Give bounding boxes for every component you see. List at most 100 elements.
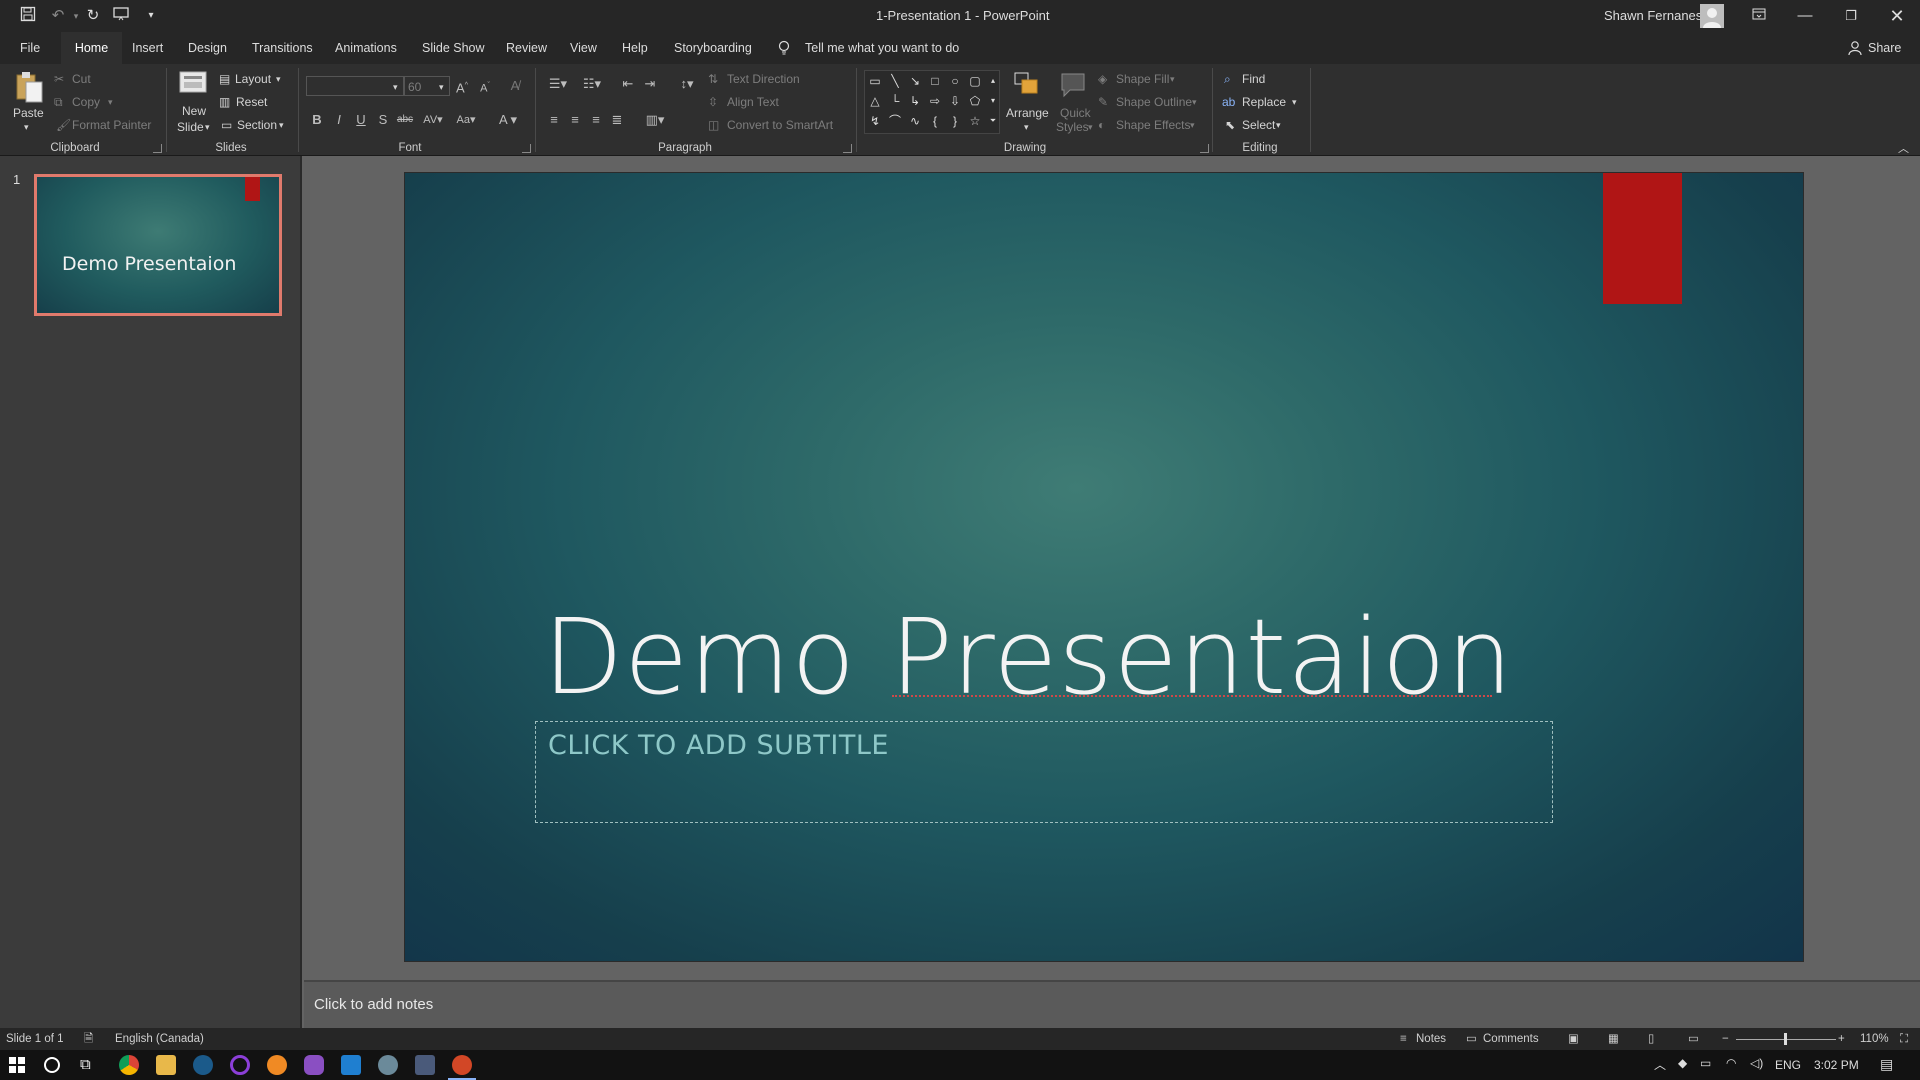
paste-dropdown-icon[interactable]: ▾ xyxy=(24,118,29,136)
volume-icon[interactable]: ◁) xyxy=(1750,1056,1763,1070)
shadow-icon[interactable]: S xyxy=(373,110,393,130)
columns-icon[interactable]: ▥▾ xyxy=(640,110,670,130)
shape-fill-button[interactable]: Shape Fill xyxy=(1116,70,1169,88)
select-button[interactable]: Select xyxy=(1242,116,1275,134)
right-arrow-shape-icon[interactable]: ⇨ xyxy=(927,93,943,109)
tab-animations[interactable]: Animations xyxy=(325,32,407,64)
start-from-beginning-icon[interactable] xyxy=(112,6,132,26)
tab-design[interactable]: Design xyxy=(178,32,237,64)
shape-outline-button[interactable]: Shape Outline xyxy=(1116,93,1192,111)
justify-icon[interactable]: ≣ xyxy=(607,110,627,130)
elbow-arrow-icon[interactable]: ↳ xyxy=(907,93,923,109)
new-slide-icon[interactable] xyxy=(178,70,210,98)
triangle-shape-icon[interactable]: △ xyxy=(867,93,883,109)
layout-dropdown-icon[interactable]: ▾ xyxy=(276,70,281,88)
gallery-up-icon[interactable]: ▴ xyxy=(985,73,1001,89)
paste-icon[interactable] xyxy=(14,70,44,104)
slideshow-view-icon[interactable]: ▭ xyxy=(1688,1028,1699,1050)
align-center-icon[interactable]: ≡ xyxy=(565,110,585,130)
font-name-dropdown-icon[interactable]: ▾ xyxy=(393,78,398,96)
font-size-input[interactable]: 60 ▾ xyxy=(404,76,450,96)
bullets-icon[interactable]: ☰▾ xyxy=(543,74,573,94)
font-color-icon[interactable]: A ▾ xyxy=(494,110,522,130)
zoom-out-icon[interactable]: − xyxy=(1722,1028,1729,1050)
windows-start-icon[interactable] xyxy=(9,1057,25,1073)
text-direction-button[interactable]: Text Direction xyxy=(727,70,800,88)
slide-title[interactable]: Demo Presentaion xyxy=(543,597,1533,717)
star-shape-icon[interactable]: ☆ xyxy=(967,113,983,129)
right-brace-shape-icon[interactable]: } xyxy=(947,113,963,129)
cut-button[interactable]: Cut xyxy=(72,70,91,88)
shape-effects-button[interactable]: Shape Effects xyxy=(1116,116,1191,134)
section-dropdown-icon[interactable]: ▾ xyxy=(279,116,284,134)
curve-shape-icon[interactable]: ∿ xyxy=(907,113,923,129)
notes-button[interactable]: Notes xyxy=(1416,1028,1446,1050)
clock[interactable]: 3:02 PM xyxy=(1814,1058,1859,1072)
layout-button[interactable]: Layout xyxy=(235,70,271,88)
repeat-icon[interactable]: ↻ xyxy=(83,6,103,26)
new-slide-dropdown-icon[interactable]: ▾ xyxy=(205,118,210,136)
select-dropdown-icon[interactable]: ▾ xyxy=(1276,116,1281,134)
show-hidden-icons[interactable]: ︿ xyxy=(1654,1056,1666,1073)
left-brace-shape-icon[interactable]: { xyxy=(927,113,943,129)
font-launcher-icon[interactable] xyxy=(522,144,531,153)
tab-storyboarding[interactable]: Storyboarding xyxy=(664,32,762,64)
battery-icon[interactable]: ▭ xyxy=(1700,1056,1711,1070)
align-left-icon[interactable]: ≡ xyxy=(544,110,564,130)
increase-font-icon[interactable]: A^ xyxy=(452,76,472,96)
save-icon[interactable] xyxy=(18,6,38,26)
copy-button[interactable]: Copy xyxy=(72,93,100,111)
arrow-line-shape-icon[interactable]: ↘ xyxy=(907,73,923,89)
align-right-icon[interactable]: ≡ xyxy=(586,110,606,130)
increase-indent-icon[interactable]: ⇥ xyxy=(640,74,660,94)
share-button[interactable]: Share xyxy=(1858,32,1911,64)
shape-fill-dropdown-icon[interactable]: ▾ xyxy=(1170,70,1175,88)
zoom-slider-thumb[interactable] xyxy=(1784,1033,1787,1045)
slide-sorter-icon[interactable]: ▦ xyxy=(1608,1028,1619,1050)
character-spacing-icon[interactable]: AV▾ xyxy=(420,110,446,130)
close-button[interactable]: ✕ xyxy=(1874,0,1920,32)
avatar[interactable] xyxy=(1700,4,1724,28)
down-arrow-shape-icon[interactable]: ⇩ xyxy=(947,93,963,109)
copy-dropdown-icon[interactable]: ▾ xyxy=(108,93,113,111)
tab-home[interactable]: Home xyxy=(61,32,122,64)
clear-formatting-icon[interactable]: A̸ xyxy=(505,76,525,96)
tab-file[interactable]: File xyxy=(10,32,50,64)
quick-styles-icon[interactable] xyxy=(1058,70,1088,100)
align-text-button[interactable]: Align Text xyxy=(727,93,779,111)
new-slide-label-2[interactable]: Slide xyxy=(177,118,204,136)
shape-effects-dropdown-icon[interactable]: ▾ xyxy=(1190,116,1195,134)
line-spacing-icon[interactable]: ↕▾ xyxy=(672,74,702,94)
shape-outline-dropdown-icon[interactable]: ▾ xyxy=(1192,93,1197,111)
rectangle-shape-icon[interactable]: □ xyxy=(927,73,943,89)
change-case-icon[interactable]: Aa▾ xyxy=(452,110,480,130)
gallery-more-icon[interactable]: ⏷ xyxy=(985,113,1001,129)
line-shape-icon[interactable]: ╲ xyxy=(887,73,903,89)
italic-icon[interactable]: I xyxy=(329,110,349,130)
section-button[interactable]: Section xyxy=(237,116,277,134)
input-language[interactable]: ENG xyxy=(1775,1058,1801,1072)
format-painter-button[interactable]: Format Painter xyxy=(72,116,151,134)
steam-icon[interactable] xyxy=(193,1055,213,1075)
action-center-icon[interactable]: ▤ xyxy=(1880,1056,1893,1073)
chrome-icon[interactable] xyxy=(119,1055,139,1075)
tab-help[interactable]: Help xyxy=(612,32,658,64)
tab-slide-show[interactable]: Slide Show xyxy=(412,32,495,64)
spell-check-icon[interactable]: 🗎 xyxy=(84,1028,93,1050)
replace-dropdown-icon[interactable]: ▾ xyxy=(1292,93,1297,111)
tab-insert[interactable]: Insert xyxy=(122,32,173,64)
text-box-shape-icon[interactable]: ▭ xyxy=(867,73,883,89)
convert-smartart-button[interactable]: Convert to SmartArt xyxy=(727,116,833,134)
powerpoint-icon[interactable] xyxy=(452,1055,472,1075)
settings-gear-icon[interactable] xyxy=(415,1055,435,1075)
paragraph-launcher-icon[interactable] xyxy=(843,144,852,153)
language-indicator[interactable]: English (Canada) xyxy=(115,1028,204,1050)
vscode-icon[interactable] xyxy=(341,1055,361,1075)
pentagon-shape-icon[interactable]: ⬠ xyxy=(967,93,983,109)
subtitle-placeholder[interactable]: CLICK TO ADD SUBTITLE xyxy=(535,721,1553,823)
tab-view[interactable]: View xyxy=(560,32,607,64)
decrease-font-icon[interactable]: Aˇ xyxy=(475,76,495,96)
comments-button[interactable]: Comments xyxy=(1483,1028,1539,1050)
zoom-level[interactable]: 110% xyxy=(1860,1028,1889,1050)
customize-qat-icon[interactable]: ▾ xyxy=(141,6,161,26)
